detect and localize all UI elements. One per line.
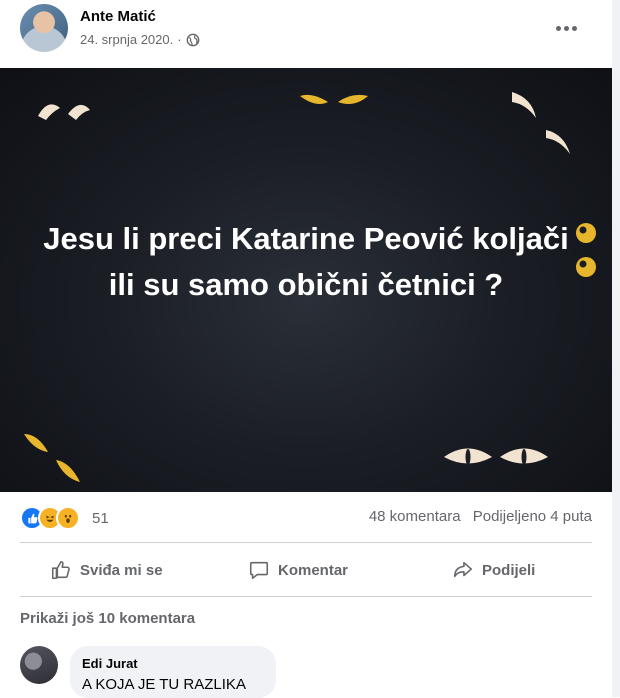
meta-separator: ·	[177, 32, 182, 47]
thumbs-up-icon	[51, 560, 70, 580]
commenter-avatar[interactable]	[20, 646, 58, 684]
commenter-name[interactable]: Edi Jurat	[82, 656, 138, 671]
wow-reaction-icon	[56, 506, 80, 530]
share-arrow-icon	[453, 561, 473, 578]
facebook-post: Ante Matić 24. srpnja 2020. · Jesu li pr…	[0, 0, 612, 698]
comment-bubble: Edi Jurat A KOJA JE TU RAZLIKA	[70, 646, 276, 698]
reactions-summary[interactable]: 51	[20, 506, 109, 530]
comment-button[interactable]: Komentar	[248, 556, 348, 584]
author-name[interactable]: Ante Matić	[80, 8, 156, 25]
comment-text: A KOJA JE TU RAZLIKA	[82, 676, 246, 693]
comment-bubble-icon	[249, 561, 269, 580]
engagement-counts: 48 komentara Podijeljeno 4 puta	[361, 508, 592, 525]
more-options-icon[interactable]	[556, 18, 584, 32]
author-avatar[interactable]	[20, 4, 68, 52]
share-label: Podijeli	[482, 561, 536, 579]
share-button[interactable]: Podijeli	[452, 556, 535, 584]
like-button[interactable]: Sviđa mi se	[50, 556, 163, 584]
divider	[20, 596, 592, 597]
view-more-comments-link[interactable]: Prikaži još 10 komentara	[20, 610, 195, 627]
post-date[interactable]: 24. srpnja 2020.	[80, 32, 173, 47]
post-meta: 24. srpnja 2020. ·	[80, 32, 200, 47]
share-count[interactable]: Podijeljeno 4 puta	[473, 508, 592, 525]
comment-count[interactable]: 48 komentara	[369, 508, 461, 525]
comment-label: Komentar	[278, 561, 349, 579]
page-background-edge	[612, 0, 620, 697]
image-headline: Jesu li preci Katarine Peović koljači il…	[43, 221, 569, 302]
like-label: Sviđa mi se	[80, 561, 163, 579]
divider	[20, 542, 592, 543]
globe-icon	[186, 33, 199, 46]
reaction-count[interactable]: 51	[92, 510, 109, 527]
post-image[interactable]: Jesu li preci Katarine Peović koljači il…	[0, 68, 612, 492]
